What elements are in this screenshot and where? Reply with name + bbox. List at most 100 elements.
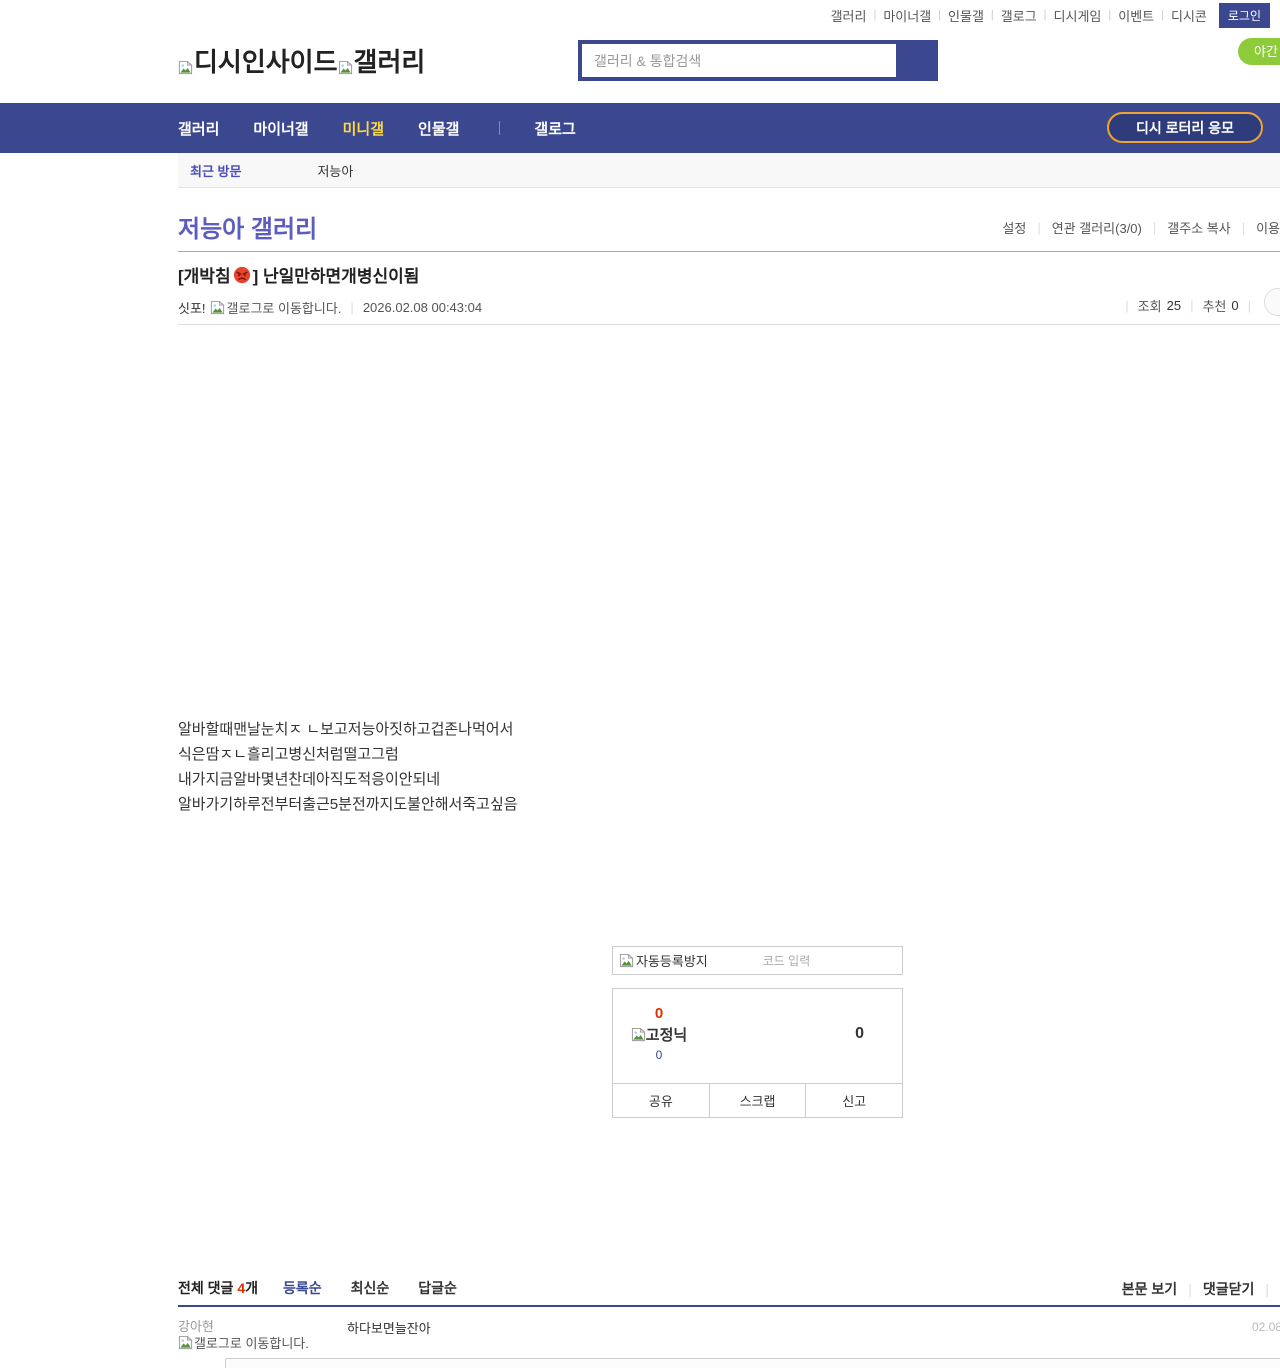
comment-time: 02.08 (1252, 1320, 1280, 1334)
divider: | (1242, 220, 1245, 235)
vote-box: 0 고정닉 0 0 공유 스크랩 신고 (612, 988, 903, 1118)
fixed-nick-count: 0 (613, 1048, 705, 1062)
top-link-minor-gallery[interactable]: 마이너갤 (883, 6, 931, 25)
broken-image-icon (619, 953, 634, 968)
divider: | (1044, 9, 1047, 21)
nav-item-mini-gallery[interactable]: 미니갤 (343, 118, 384, 139)
top-link-gallery[interactable]: 갤러리 (831, 6, 867, 25)
comment-gallog-alt: 갤로그로 이동합니다. (194, 1336, 309, 1351)
divider: | (1190, 298, 1193, 313)
nav-item-gallog[interactable]: 갤로그 (534, 118, 575, 139)
divider: | (1161, 9, 1164, 21)
post-body-line: 알바가기하루전부터출근5분전까지도불안해서죽고싶음 (178, 792, 1280, 817)
vote-buttons: 공유 스크랩 신고 (613, 1083, 902, 1117)
usage-guide-link[interactable]: 이용 (1256, 218, 1280, 237)
scrap-button[interactable]: 스크랩 (709, 1084, 806, 1117)
top-link-event[interactable]: 이벤트 (1118, 6, 1154, 25)
captcha-code-input[interactable] (708, 954, 902, 968)
breadcrumb-current-gallery[interactable]: 저능아 (317, 161, 353, 180)
divider: | (1153, 220, 1156, 235)
nav-item-person-gallery[interactable]: 인물갤 (418, 118, 459, 139)
tab-sort-registered[interactable]: 등록순 (283, 1278, 322, 1298)
post-author[interactable]: 싯포! (178, 298, 206, 317)
tab-sort-reply[interactable]: 답글순 (418, 1278, 457, 1298)
recommend-count-label: 추천 (1202, 296, 1226, 315)
post-stats: | 조회 25 | 추천 0 | (1116, 295, 1280, 316)
copy-gallery-url-link[interactable]: 갤주소 복사 (1167, 218, 1230, 237)
comment-gallog-link[interactable]: 갤로그로 이동합니다. (178, 1335, 310, 1352)
divider: | (1125, 298, 1128, 313)
gallery-header-links: 설정 | 연관 갤러리(3/0) | 갤주소 복사 | 이용 (1002, 218, 1280, 237)
post-body-line: 식은땀ㅈㄴ흘리고병신처럼떨고그럼 (178, 742, 1280, 767)
main-nav: 갤러리 마이너갤 미니갤 인물갤 갤로그 (0, 103, 1280, 153)
top-utility-bar: 갤러리 | 마이너갤 | 인물갤 | 갤로그 | 디시게임 | 이벤트 | 디시콘 로그인 (0, 0, 1280, 30)
comment-text: 하다보면늘잔아 (347, 1318, 431, 1337)
comments-total-count: 4 (237, 1280, 245, 1296)
search-box (578, 40, 938, 81)
post-title-prefix: [개박침 (178, 262, 231, 287)
report-button[interactable]: 신고 (805, 1084, 902, 1117)
divider: | (1108, 9, 1111, 21)
post-body: 알바할때맨날눈치ㅈ ㄴ보고저능아짓하고겁존나먹어서 식은땀ㅈㄴ흘리고병신처럼떨고… (178, 325, 1280, 817)
comment-reply-box[interactable] (225, 1358, 1280, 1368)
comment-sort-tabs: 등록순 최신순 답글순 (283, 1278, 457, 1298)
logo-text-dcinside: 디시인사이드 (194, 42, 338, 79)
divider (499, 121, 500, 135)
gallery-settings-link[interactable]: 설정 (1002, 218, 1026, 237)
top-link-dccon[interactable]: 디시콘 (1171, 6, 1207, 25)
night-mode-button[interactable]: 야간 모드 (1238, 38, 1280, 65)
comments-section: 전체 댓글 4개 등록순 최신순 답글순 본문 보기 | 댓글닫기 | 강아현 … (178, 1270, 1280, 1352)
top-link-gallog[interactable]: 갤로그 (1001, 6, 1037, 25)
comment-item: 강아현 갤로그로 이동합니다. 하다보면늘잔아 02.08 (178, 1307, 1280, 1352)
upvote-count[interactable]: 0 (613, 1005, 705, 1022)
comment-author[interactable]: 강아현 (178, 1316, 1280, 1335)
comments-total-label: 전체 댓글 (178, 1280, 233, 1296)
site-logo[interactable]: 디시인사이드 갤러리 (178, 42, 425, 79)
comments-total-unit: 개 (245, 1280, 258, 1296)
login-button[interactable]: 로그인 (1219, 3, 1270, 28)
view-count-label: 조회 (1138, 296, 1162, 315)
breadcrumb: 최근 방문 저능아 (178, 153, 1280, 188)
nav-item-gallery[interactable]: 갤러리 (178, 118, 219, 139)
captcha-box: 자동등록방지 (612, 946, 903, 975)
gallery-title[interactable]: 저능아 갤러리 (178, 200, 317, 244)
search-input[interactable] (582, 44, 896, 77)
angry-emoji-icon (233, 266, 251, 284)
broken-image-icon (631, 1027, 646, 1042)
post-title-suffix: ] 난일만하면개병신이됨 (253, 262, 420, 287)
close-comments-link[interactable]: 댓글닫기 (1203, 1279, 1255, 1299)
divider: | (938, 9, 941, 21)
view-post-link[interactable]: 본문 보기 (1122, 1279, 1177, 1299)
top-link-person-gallery[interactable]: 인물갤 (948, 6, 984, 25)
broken-image-icon (178, 1335, 193, 1350)
comments-total: 전체 댓글 4개 (178, 1278, 258, 1298)
divider: | (873, 9, 876, 21)
gallog-link-alt[interactable]: 갤로그로 이동합니다. (227, 298, 342, 317)
fixed-nick-row: 고정닉 (613, 1024, 705, 1045)
divider: | (991, 9, 994, 21)
post-body-line: 내가지금알바몇년찬데아직도적응이안되네 (178, 767, 1280, 792)
broken-image-icon (338, 60, 353, 75)
nav-item-minor-gallery[interactable]: 마이너갤 (253, 118, 308, 139)
recent-visit-label[interactable]: 최근 방문 (190, 161, 241, 180)
top-link-dcgame[interactable]: 디시게임 (1054, 6, 1102, 25)
post-title: [개박침 ] 난일만하면개병신이됨 (178, 262, 1280, 287)
post-date: 2026.02.08 00:43:04 (363, 300, 482, 315)
vote-numbers: 0 고정닉 0 0 (613, 989, 902, 1084)
upvote-column: 0 고정닉 0 (613, 1005, 705, 1062)
search-button[interactable] (896, 44, 934, 77)
comments-header-links: 본문 보기 | 댓글닫기 | (1122, 1279, 1280, 1299)
divider: | (350, 300, 353, 315)
post-header: [개박침 ] 난일만하면개병신이됨 싯포! 갤로그로 이동합니다. | 2026… (178, 262, 1280, 325)
dc-lottery-button[interactable]: 디시 로터리 응모 (1107, 112, 1263, 143)
comment-move-button[interactable] (1264, 288, 1280, 316)
post-body-line: 알바할때맨날눈치ㅈ ㄴ보고저능아짓하고겁존나먹어서 (178, 717, 1280, 742)
related-galleries-link[interactable]: 연관 갤러리(3/0) (1052, 218, 1142, 237)
divider: | (1248, 298, 1251, 313)
divider: | (1037, 220, 1040, 235)
share-button[interactable]: 공유 (613, 1084, 709, 1117)
downvote-count[interactable]: 0 (855, 1025, 864, 1043)
post-meta: 싯포! 갤로그로 이동합니다. | 2026.02.08 00:43:04 (178, 298, 1280, 317)
broken-image-icon (210, 300, 225, 315)
tab-sort-newest[interactable]: 최신순 (351, 1278, 390, 1298)
